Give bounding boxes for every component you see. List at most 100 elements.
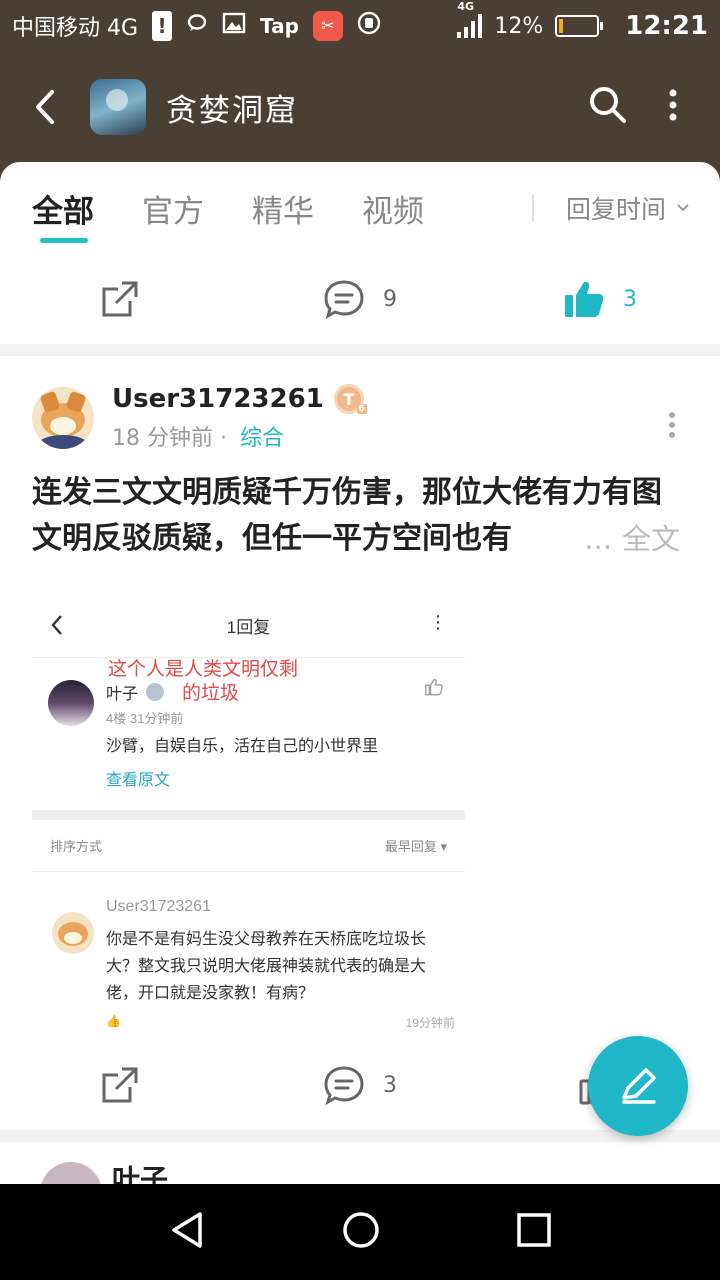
- comment-meta: 4楼 31分钟前: [106, 711, 184, 726]
- carrier-label: 中国移动 4G: [12, 16, 139, 41]
- view-original-link: 查看原文: [106, 772, 171, 789]
- game-icon: [90, 79, 146, 135]
- ellipsis: ...: [584, 522, 612, 556]
- battery-icon: [555, 15, 604, 37]
- embedded-comment: 这个人是人类文明仅剩 的垃圾 叶子 4楼 31分钟前 沙臂，自娱自乐，活在自己的…: [32, 658, 465, 810]
- system-nav-bar: [0, 1184, 720, 1280]
- status-bar: 中国移动 4G ! Tap ✂ 4G 12% 12:21: [0, 0, 720, 52]
- comment-author: 叶子: [106, 680, 165, 704]
- divider: [32, 810, 465, 820]
- comment-icon: [324, 1066, 364, 1105]
- image-notification-icon: [222, 12, 246, 40]
- badge-letter: T: [343, 389, 355, 409]
- page-title: 贪婪洞窟: [166, 92, 298, 129]
- tab-featured[interactable]: 精华: [252, 186, 314, 231]
- meta-separator: ·: [220, 426, 227, 451]
- search-button[interactable]: [588, 85, 628, 129]
- share-icon: [102, 281, 138, 317]
- post-title-text: 连发三文文明质疑千万伤害，那位大佬有力有图文明反驳质疑，但任一平方空间也有: [32, 475, 662, 556]
- nav-home-button[interactable]: [341, 1210, 381, 1254]
- tab-video[interactable]: 视频: [362, 186, 424, 231]
- red-annotation-line1: 这个人是人类文明仅剩: [108, 659, 299, 680]
- badge-level: 6: [356, 404, 367, 414]
- embedded-sort-row: 排序方式 最早回复 ▾: [32, 820, 465, 872]
- share-button[interactable]: [0, 1065, 240, 1105]
- tab-all[interactable]: 全部: [32, 186, 94, 243]
- next-author-name[interactable]: 叶子: [112, 1158, 168, 1184]
- full-text-label: 全文: [621, 522, 680, 556]
- battery-percent: 12%: [494, 13, 544, 39]
- back-arrow-icon: [51, 615, 62, 635]
- edit-pen-icon: [622, 1068, 656, 1104]
- comment-count: 9: [383, 286, 397, 312]
- more-button[interactable]: [668, 89, 678, 125]
- phone-app-notification-icon: ✂: [312, 11, 343, 41]
- comment-time: 19分钟前: [405, 1016, 455, 1030]
- more-vertical-icon: [669, 412, 675, 438]
- full-text-link[interactable]: ... 全文: [578, 516, 680, 562]
- like-count: 3: [623, 286, 637, 312]
- prev-post-actions: 9 3: [0, 254, 720, 344]
- post-title[interactable]: 连发三文文明质疑千万伤害，那位大佬有力有图文明反驳质疑，但任一平方空间也有 ..…: [0, 452, 720, 562]
- like-button[interactable]: 3: [480, 279, 720, 319]
- post-time: 18 分钟前: [112, 426, 213, 451]
- more-vertical-icon: ⋮: [429, 612, 447, 632]
- content-panel: 全部 官方 精华 视频 回复时间 9 3 User31723261 T 6 18…: [0, 162, 720, 1184]
- thumbs-up-icon: [565, 281, 604, 317]
- chevron-down-icon: [677, 204, 689, 212]
- nav-back-button[interactable]: [168, 1210, 206, 1254]
- clock: 12:21: [625, 11, 708, 41]
- embedded-comment: User31723261 你是不是有妈生没父母教养在天桥底吃垃圾长大？整文我只说…: [32, 872, 465, 1030]
- level-badge-icon: [146, 683, 165, 701]
- avatar[interactable]: [32, 387, 94, 449]
- network-type-label: 4G: [457, 0, 475, 13]
- post-category[interactable]: 综合: [240, 426, 284, 451]
- alert-icon: !: [152, 11, 173, 41]
- avatar[interactable]: [40, 1162, 102, 1184]
- tap-notification-icon: Tap: [260, 14, 299, 38]
- comment-button[interactable]: 3: [240, 1065, 480, 1105]
- embedded-title: 1回复: [226, 618, 271, 637]
- comment-author-name: 叶子: [106, 686, 139, 703]
- nav-recents-icon: [517, 1213, 552, 1247]
- thumbs-up-icon: 👍: [106, 1014, 121, 1028]
- nav-home-icon: [343, 1212, 379, 1248]
- comment-text: 沙臂，自娱自乐，活在自己的小世界里: [106, 738, 379, 755]
- compose-post-button[interactable]: [588, 1036, 688, 1136]
- search-icon: [590, 87, 626, 123]
- comment-icon: [324, 280, 364, 319]
- avatar: [48, 680, 94, 726]
- sort-label: 回复时间: [565, 195, 666, 224]
- post-header: User31723261 T6 18 分钟前 · 综合: [0, 356, 720, 452]
- sort-dropdown[interactable]: 回复时间: [532, 162, 692, 254]
- post-meta: 18 分钟前 · 综合: [112, 420, 364, 452]
- post-image[interactable]: 1回复 ⋮ 这个人是人类文明仅剩 的垃圾 叶子 4楼 31分钟前 沙臂，自娱自乐…: [32, 594, 465, 1030]
- back-button[interactable]: [0, 52, 90, 162]
- chat-notification-icon: [186, 12, 208, 40]
- thumbs-up-icon: [425, 678, 443, 696]
- comment-author-name: User31723261: [106, 898, 211, 915]
- embedded-sort-label: 排序方式: [50, 839, 103, 854]
- post-more-button[interactable]: [668, 412, 676, 442]
- tab-bar: 全部 官方 精华 视频 回复时间: [0, 162, 720, 254]
- divider: [0, 1130, 720, 1142]
- tab-official[interactable]: 官方: [142, 186, 204, 231]
- comment-count: 3: [383, 1072, 397, 1098]
- more-vertical-icon: [669, 89, 677, 121]
- back-arrow-icon: [36, 90, 54, 124]
- embedded-header: 1回复 ⋮: [32, 594, 465, 658]
- nav-recents-button[interactable]: [516, 1212, 552, 1252]
- level-badge-icon: T6: [333, 384, 367, 414]
- share-button[interactable]: [0, 279, 240, 319]
- comment-button[interactable]: 9: [240, 279, 480, 319]
- app-header: 贪婪洞窟: [0, 52, 720, 162]
- nav-back-icon: [171, 1212, 202, 1248]
- signal-icon: 4G: [457, 0, 483, 38]
- avatar: [52, 912, 94, 954]
- author-name[interactable]: User31723261: [112, 384, 324, 414]
- comment-text: 你是不是有妈生没父母教养在天桥底吃垃圾长大？整文我只说明大佬展神装就代表的确是大…: [106, 931, 427, 1002]
- hand-notification-icon: [357, 11, 381, 41]
- embedded-sort-value: 最早回复 ▾: [384, 839, 447, 854]
- divider: [0, 344, 720, 356]
- author-name-row: User31723261 T6: [112, 384, 367, 414]
